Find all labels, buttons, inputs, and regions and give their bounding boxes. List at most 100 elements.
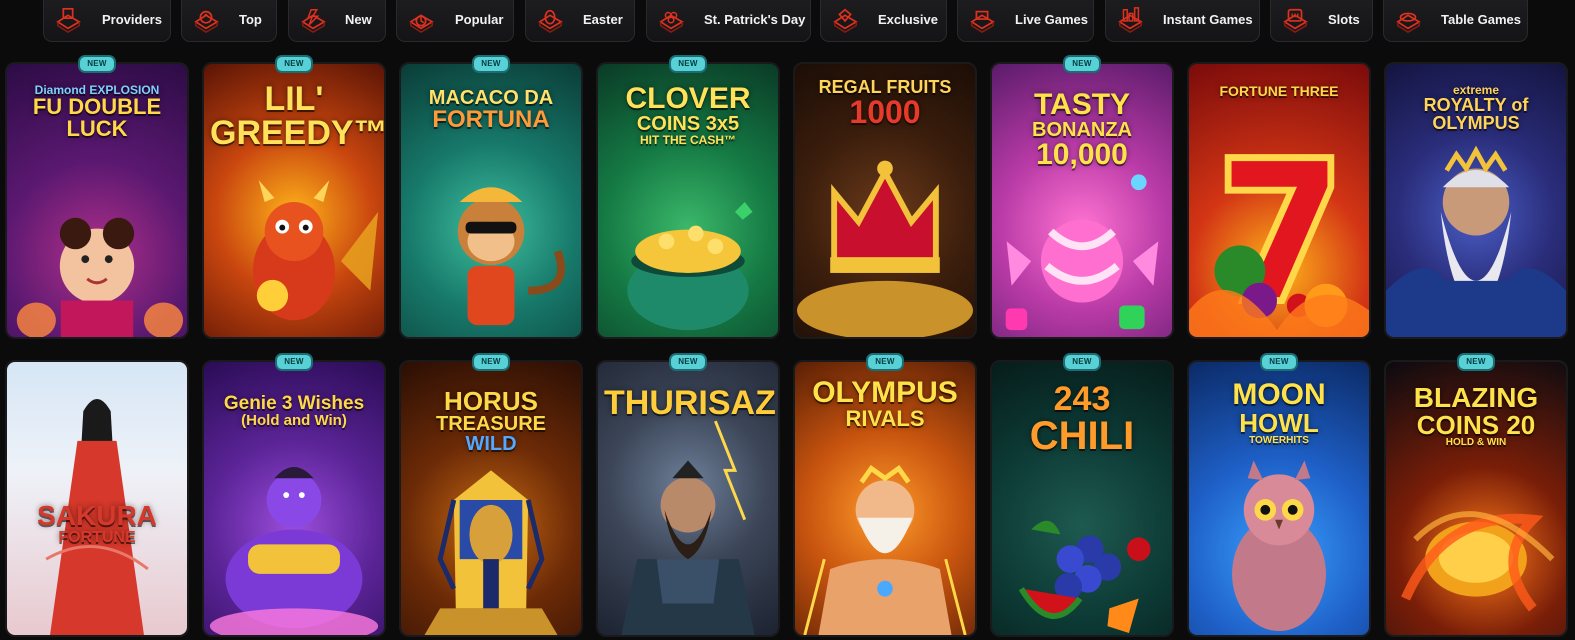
- game-title: Genie 3 Wishes (Hold and Win): [210, 394, 378, 428]
- nav-chip-providers[interactable]: Providers: [43, 0, 171, 42]
- nav-chip-instant-games[interactable]: Instant Games: [1105, 0, 1260, 42]
- game-title-line: FORTUNE THREE: [1219, 83, 1339, 99]
- nav-chip-label: Top: [239, 12, 262, 27]
- easter-icon: [535, 6, 565, 34]
- game-title-line: FU DOUBLE: [32, 94, 162, 119]
- game-tile[interactable]: OLYMPUS RIVALS: [793, 360, 977, 637]
- game-title: Diamond EXPLOSION FU DOUBLE LUCK: [13, 84, 181, 140]
- st-patricks-icon: [656, 6, 686, 34]
- game-title-line: THURISAZ: [604, 384, 776, 422]
- popular-icon: [406, 6, 436, 34]
- game-title: OLYMPUS RIVALS: [801, 378, 969, 430]
- new-badge: NEW: [275, 353, 313, 371]
- new-badge: NEW: [1063, 55, 1101, 73]
- new-badge: NEW: [472, 55, 510, 73]
- game-title-line: BONANZA: [1032, 119, 1132, 141]
- game-title-line: BLAZING: [1413, 382, 1539, 413]
- game-title-line: ROYALTY of OLYMPUS: [1423, 95, 1529, 133]
- nav-chip-st-patrick-s-day[interactable]: St. Patrick's Day: [646, 0, 811, 42]
- game-title: TASTY BONANZA 10,000: [998, 90, 1166, 170]
- game-title-line: FORTUNA: [432, 106, 550, 133]
- game-tile[interactable]: Genie 3 Wishes (Hold and Win): [202, 360, 386, 637]
- game-title: MOON HOWL TOWERHITS: [1195, 380, 1363, 446]
- game-tile[interactable]: FORTUNE THREE: [1187, 62, 1371, 339]
- new-badge: NEW: [669, 55, 707, 73]
- nav-chip-popular[interactable]: Popular: [396, 0, 514, 42]
- nav-chip-easter[interactable]: Easter: [525, 0, 635, 42]
- new-badge: NEW: [78, 55, 116, 73]
- new-badge: NEW: [1457, 353, 1495, 371]
- game-title-line: RIVALS: [845, 406, 925, 431]
- new-icon: [298, 6, 328, 34]
- game-title-line: COINS 20: [1416, 410, 1536, 440]
- game-tile[interactable]: BLAZING COINS 20 HOLD & WIN: [1384, 360, 1568, 637]
- game-title-line: LUCK: [66, 116, 128, 141]
- game-title-line: OLYMPUS: [812, 376, 958, 409]
- nav-chip-label: Exclusive: [878, 12, 938, 27]
- game-title-line: COINS 3x5: [636, 113, 740, 135]
- game-title-line: SAKURA: [37, 500, 157, 531]
- game-title-line: 1000: [849, 94, 921, 130]
- game-title-line: TOWERHITS: [1249, 435, 1309, 446]
- game-tile[interactable]: SAKURA FORTUNE: [5, 360, 189, 637]
- game-tile[interactable]: CLOVER COINS 3x5 HIT THE CASH™: [596, 62, 780, 339]
- nav-chip-label: Table Games: [1441, 12, 1521, 27]
- game-title: BLAZING COINS 20 HOLD & WIN: [1392, 384, 1560, 448]
- exclusive-icon: [830, 6, 860, 34]
- new-badge: NEW: [1260, 353, 1298, 371]
- game-tile[interactable]: MACACO DA FORTUNA: [399, 62, 583, 339]
- slots-icon: [1280, 6, 1310, 34]
- game-title: MACACO DA FORTUNA: [407, 88, 575, 132]
- nav-chip-label: Easter: [583, 12, 623, 27]
- game-title: CLOVER COINS 3x5 HIT THE CASH™: [604, 84, 772, 147]
- new-badge: NEW: [866, 353, 904, 371]
- game-title-line: MOON: [1232, 378, 1326, 411]
- game-title-line: LIL': [264, 80, 324, 118]
- new-badge: NEW: [472, 353, 510, 371]
- game-tile[interactable]: extreme ROYALTY of OLYMPUS: [1384, 62, 1568, 339]
- game-title: REGAL FRUITS 1000: [801, 78, 969, 128]
- game-title: SAKURA FORTUNE: [13, 502, 181, 546]
- game-tile[interactable]: REGAL FRUITS 1000: [793, 62, 977, 339]
- nav-chip-slots[interactable]: Slots: [1270, 0, 1373, 42]
- nav-chip-new[interactable]: New: [288, 0, 386, 42]
- game-title-line: HIT THE CASH™: [640, 133, 736, 147]
- nav-chip-exclusive[interactable]: Exclusive: [820, 0, 947, 42]
- game-tile[interactable]: TASTY BONANZA 10,000: [990, 62, 1174, 339]
- game-tile[interactable]: 243 CHILI: [990, 360, 1174, 637]
- new-badge: NEW: [669, 353, 707, 371]
- game-title: FORTUNE THREE: [1195, 84, 1363, 98]
- nav-chip-top[interactable]: Top: [181, 0, 277, 42]
- game-title-line: 10,000: [1036, 138, 1128, 171]
- instant-games-icon: [1115, 6, 1145, 34]
- nav-chip-label: Instant Games: [1163, 12, 1253, 27]
- nav-chip-label: Live Games: [1015, 12, 1088, 27]
- game-title-line: HOWL: [1239, 408, 1319, 438]
- nav-chip-table-games[interactable]: Table Games: [1383, 0, 1528, 42]
- nav-chip-label: St. Patrick's Day: [704, 12, 806, 27]
- game-tile[interactable]: MOON HOWL TOWERHITS: [1187, 360, 1371, 637]
- game-thumbnail-art: [7, 362, 187, 635]
- nav-chip-label: Providers: [102, 12, 162, 27]
- nav-chip-label: Slots: [1328, 12, 1360, 27]
- game-tile[interactable]: Diamond EXPLOSION FU DOUBLE LUCK: [5, 62, 189, 339]
- game-title-line: MACACO DA: [428, 87, 554, 109]
- table-games-icon: [1393, 6, 1423, 34]
- game-tile[interactable]: HORUS TREASURE WILD: [399, 360, 583, 637]
- new-badge: NEW: [1063, 353, 1101, 371]
- game-title-line: WILD: [465, 433, 517, 455]
- game-tile[interactable]: THURISAZ: [596, 360, 780, 637]
- game-title: HORUS TREASURE WILD: [407, 388, 575, 454]
- game-title-line: GREEDY™: [210, 114, 386, 152]
- game-title-line: (Hold and Win): [241, 412, 347, 429]
- game-title-line: HORUS: [444, 386, 538, 416]
- nav-chip-label: Popular: [455, 12, 504, 27]
- game-title: extreme ROYALTY of OLYMPUS: [1392, 84, 1560, 132]
- category-nav: Providers Top New Popular Easter St. Pat…: [0, 0, 1575, 48]
- live-games-icon: [967, 6, 997, 34]
- game-thumbnail-art: [1189, 64, 1369, 337]
- game-title-line: FORTUNE: [58, 529, 136, 546]
- game-tile[interactable]: LIL' GREEDY™: [202, 62, 386, 339]
- new-badge: NEW: [275, 55, 313, 73]
- nav-chip-live-games[interactable]: Live Games: [957, 0, 1094, 42]
